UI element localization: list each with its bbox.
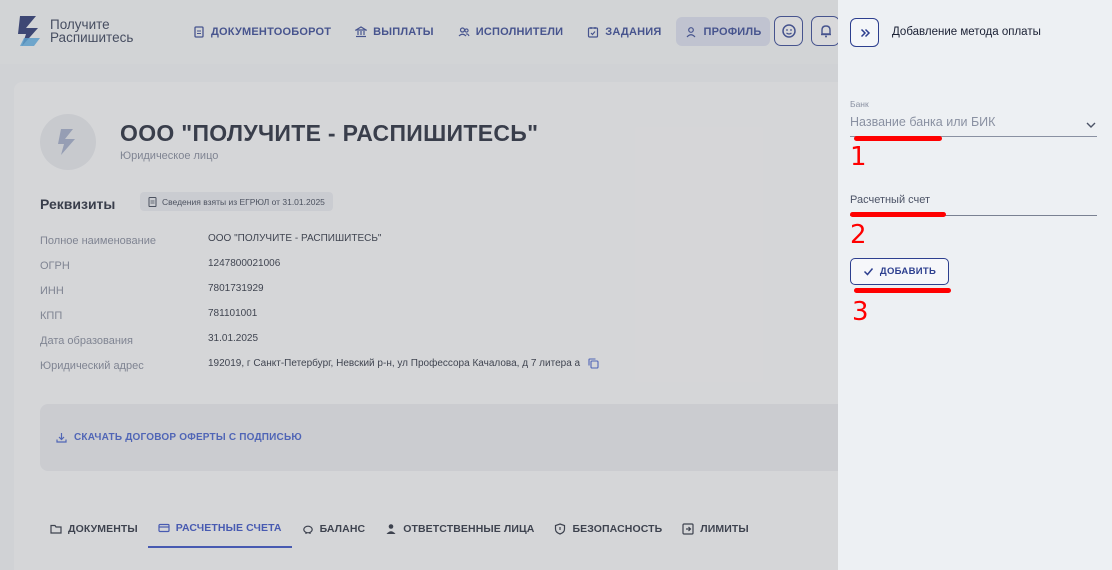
- requisite-value-address: 192019, г Санкт-Петербург, Невский р-н, …: [208, 355, 599, 369]
- check-icon: [863, 268, 873, 276]
- logo-icon: [18, 16, 40, 46]
- tab-balance[interactable]: БАЛАНС: [292, 510, 376, 548]
- requisite-value: 7801731929: [208, 283, 264, 294]
- shield-icon: [555, 523, 566, 535]
- annotation-number-3: 3: [852, 297, 869, 327]
- egrul-badge: Сведения взяты из ЕГРЮЛ от 31.01.2025: [140, 192, 333, 211]
- tab-responsible-persons[interactable]: ОТВЕТСТВЕННЫЕ ЛИЦА: [375, 510, 544, 548]
- nav-label: ВЫПЛАТЫ: [373, 25, 434, 38]
- piggy-bank-icon: [302, 525, 313, 534]
- top-bar: Получите Распишитесь ДОКУМЕНТООБОРОТ ВЫП…: [0, 0, 840, 64]
- requisite-row: ИНН 7801731929: [40, 280, 599, 305]
- notifications-button[interactable]: [811, 16, 840, 46]
- support-face-icon: [781, 24, 796, 38]
- person-icon: [386, 524, 396, 534]
- tab-label: РАСЧЕТНЫЕ СЧЕТА: [175, 522, 282, 534]
- company-logo-icon: [58, 129, 75, 155]
- collapse-drawer-button[interactable]: [850, 18, 879, 47]
- tab-label: БАЛАНС: [319, 523, 366, 535]
- requisite-value: 781101001: [208, 308, 258, 319]
- annotation-number-2: 2: [850, 220, 867, 250]
- limit-icon: [682, 523, 694, 535]
- add-payment-method-drawer: Добавление метода оплаты Банк Название б…: [838, 0, 1112, 570]
- calendar-icon: [588, 26, 599, 38]
- add-button[interactable]: ДОБАВИТЬ: [850, 258, 949, 285]
- requisite-value: 1247800021006: [208, 258, 281, 269]
- requisite-label: ИНН: [40, 285, 64, 297]
- tab-label: ОТВЕТСТВЕННЫЕ ЛИЦА: [403, 523, 535, 535]
- nav-item-payouts[interactable]: ВЫПЛАТЫ: [346, 17, 443, 46]
- bank-select[interactable]: Название банка или БИК: [850, 115, 1097, 137]
- tab-label: БЕЗОПАСНОСТЬ: [572, 523, 663, 535]
- tab-bank-accounts[interactable]: РАСЧЕТНЫЕ СЧЕТА: [147, 510, 292, 548]
- requisite-row: Полное наименование ООО "ПОЛУЧИТЕ - РАСП…: [40, 230, 599, 255]
- requisites-table: Полное наименование ООО "ПОЛУЧИТЕ - РАСП…: [40, 230, 599, 380]
- bank-icon: [355, 25, 368, 37]
- support-button[interactable]: [774, 16, 803, 46]
- requisite-label: Дата образования: [40, 335, 133, 347]
- bell-icon: [820, 25, 831, 38]
- requisite-label: Полное наименование: [40, 235, 156, 247]
- download-label: СКАЧАТЬ ДОГОВОР ОФЕРТЫ С ПОДПИСЬЮ: [74, 432, 302, 443]
- user-icon: [687, 26, 696, 37]
- nav-label: ДОКУМЕНТООБОРОТ: [211, 25, 332, 38]
- requisite-value: 31.01.2025: [208, 333, 259, 344]
- company-card: ООО "ПОЛУЧИТЕ - РАСПИШИТЕСЬ" Юридическое…: [14, 82, 838, 570]
- document-icon: [148, 196, 157, 207]
- nav-item-profile[interactable]: ПРОФИЛЬ: [676, 17, 771, 46]
- bank-select-placeholder: Название банка или БИК: [850, 115, 996, 129]
- folder-icon: [50, 524, 62, 534]
- annotation-number-1: 1: [850, 142, 867, 172]
- nav-item-tasks[interactable]: ЗАДАНИЯ: [578, 17, 670, 46]
- company-type: Юридическое лицо: [120, 150, 219, 162]
- requisites-title: Реквизиты: [40, 196, 116, 212]
- tab-security[interactable]: БЕЗОПАСНОСТЬ: [544, 510, 672, 548]
- document-icon: [194, 25, 204, 38]
- requisite-label: КПП: [40, 310, 63, 322]
- company-name: ООО "ПОЛУЧИТЕ - РАСПИШИТЕСЬ": [120, 120, 539, 146]
- drawer-title: Добавление метода оплаты: [892, 26, 1041, 38]
- users-icon: [458, 26, 470, 36]
- tab-label: ДОКУМЕНТЫ: [68, 523, 138, 535]
- copy-icon[interactable]: [588, 358, 599, 369]
- address-text: 192019, г Санкт-Петербург, Невский р-н, …: [208, 358, 581, 369]
- nav-item-performers[interactable]: ИСПОЛНИТЕЛИ: [449, 17, 573, 46]
- annotation-underline-2: [850, 212, 946, 217]
- requisite-label: ОГРН: [40, 260, 70, 272]
- main-nav: ДОКУМЕНТООБОРОТ ВЫПЛАТЫ ИСПОЛНИТЕЛИ ЗАДА…: [184, 17, 776, 46]
- nav-label: ПРОФИЛЬ: [703, 25, 762, 38]
- download-section: СКАЧАТЬ ДОГОВОР ОФЕРТЫ С ПОДПИСЬЮ: [40, 404, 838, 471]
- brand-name: Получите Распишитесь: [50, 18, 134, 45]
- egrul-badge-text: Сведения взяты из ЕГРЮЛ от 31.01.2025: [162, 196, 325, 207]
- account-number-placeholder: Расчетный счет: [850, 194, 931, 206]
- brand-logo[interactable]: Получите Распишитесь: [16, 14, 133, 48]
- download-offer-link[interactable]: СКАЧАТЬ ДОГОВОР ОФЕРТЫ С ПОДПИСЬЮ: [56, 432, 302, 443]
- chevron-down-icon: [1086, 122, 1096, 128]
- requisite-row: ОГРН 1247800021006: [40, 255, 599, 280]
- nav-label: ЗАДАНИЯ: [605, 25, 662, 38]
- download-icon: [56, 433, 67, 443]
- annotation-underline-1: [854, 136, 942, 141]
- tab-label: ЛИМИТЫ: [700, 523, 749, 535]
- requisite-label: Юридический адрес: [40, 360, 144, 372]
- double-chevron-right-icon: [860, 28, 870, 37]
- tab-documents[interactable]: ДОКУМЕНТЫ: [40, 510, 148, 548]
- requisite-row: Юридический адрес 192019, г Санкт-Петерб…: [40, 355, 599, 380]
- nav-item-documents[interactable]: ДОКУМЕНТООБОРОТ: [184, 17, 340, 46]
- add-button-label: ДОБАВИТЬ: [879, 266, 937, 277]
- card-icon: [158, 523, 170, 533]
- requisite-value: ООО "ПОЛУЧИТЕ - РАСПИШИТЕСЬ": [208, 233, 382, 244]
- profile-tabs: ДОКУМЕНТЫ РАСЧЕТНЫЕ СЧЕТА БАЛАНС ОТВЕТСТ…: [40, 510, 759, 548]
- bank-label: Банк: [850, 99, 869, 109]
- company-avatar: [40, 114, 96, 170]
- brand-line-2: Распишитесь: [50, 30, 134, 45]
- annotation-underline-3: [854, 288, 951, 293]
- requisite-row: Дата образования 31.01.2025: [40, 330, 599, 355]
- requisite-row: КПП 781101001: [40, 305, 599, 330]
- tab-limits[interactable]: ЛИМИТЫ: [672, 510, 759, 548]
- nav-label: ИСПОЛНИТЕЛИ: [475, 25, 564, 38]
